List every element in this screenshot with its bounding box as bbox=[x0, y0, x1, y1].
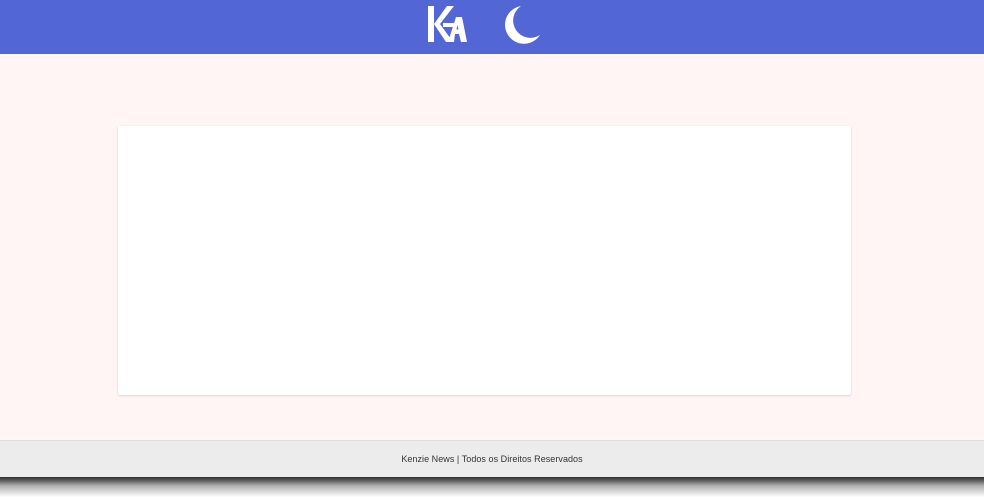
moon-icon bbox=[504, 6, 540, 44]
news-card bbox=[118, 126, 851, 395]
bottom-shadow bbox=[0, 477, 984, 497]
site-header bbox=[0, 0, 984, 54]
footer-copyright-text: Kenzie News | Todos os Direitos Reservad… bbox=[401, 454, 583, 464]
kenzie-logo-icon[interactable] bbox=[426, 3, 468, 45]
site-footer: Kenzie News | Todos os Direitos Reservad… bbox=[0, 440, 984, 477]
dark-mode-toggle-button[interactable] bbox=[500, 4, 542, 46]
page: Kenzie News | Todos os Direitos Reservad… bbox=[0, 0, 984, 497]
